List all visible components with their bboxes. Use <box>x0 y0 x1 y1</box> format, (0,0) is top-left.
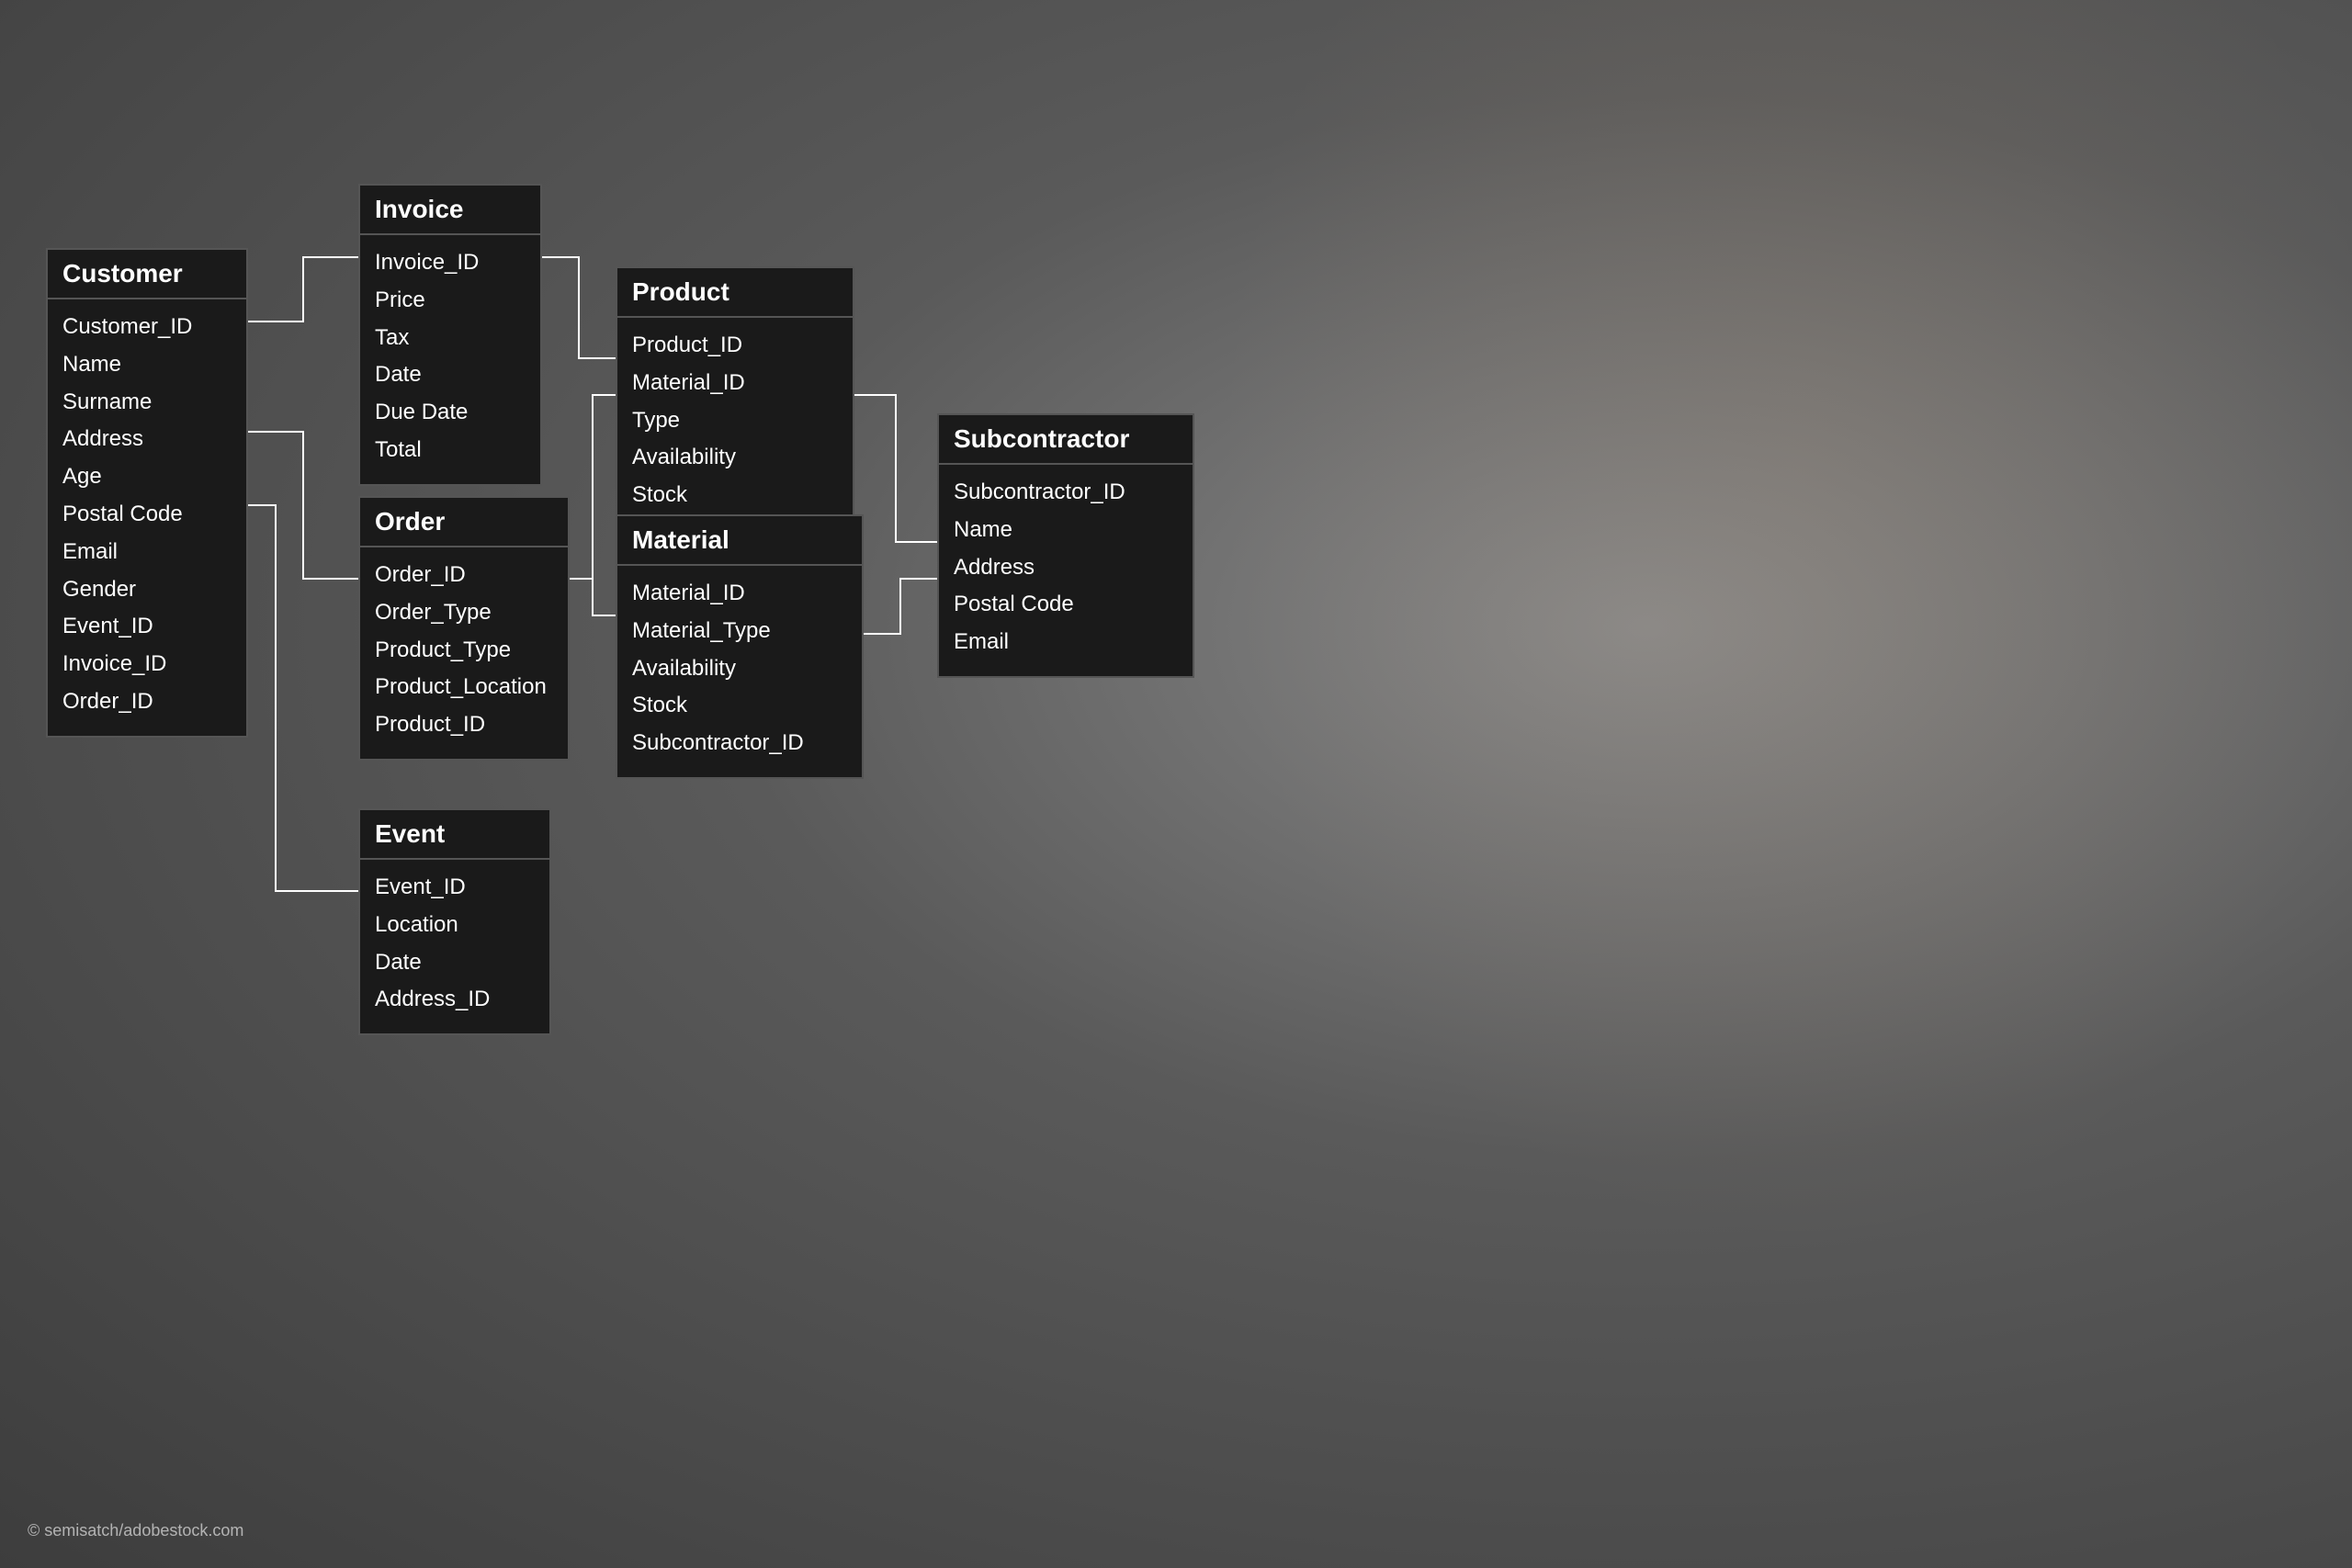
field: Stock <box>632 687 847 725</box>
field: Surname <box>62 384 232 422</box>
field: Location <box>375 907 535 944</box>
field: Product_ID <box>375 706 553 744</box>
table-customer: Customer Customer_ID Name Surname Addres… <box>46 248 248 738</box>
copyright-text: © semisatch/adobestock.com <box>28 1521 243 1540</box>
field: Email <box>62 534 232 571</box>
field: Order_Type <box>375 594 553 632</box>
field: Invoice_ID <box>62 646 232 683</box>
table-material-header: Material <box>617 516 862 566</box>
field: Availability <box>632 650 847 688</box>
table-customer-header: Customer <box>48 250 246 299</box>
field: Gender <box>62 571 232 609</box>
field: Address <box>954 549 1178 587</box>
field: Event_ID <box>62 608 232 646</box>
field: Date <box>375 944 535 982</box>
table-customer-body: Customer_ID Name Surname Address Age Pos… <box>48 299 246 736</box>
field: Customer_ID <box>62 309 232 346</box>
field: Price <box>375 282 526 320</box>
table-product-header: Product <box>617 268 853 318</box>
table-invoice: Invoice Invoice_ID Price Tax Date Due Da… <box>358 184 542 486</box>
field: Product_Type <box>375 632 553 670</box>
field: Name <box>62 346 232 384</box>
field: Address <box>62 421 232 458</box>
field: Age <box>62 458 232 496</box>
field: Address_ID <box>375 981 535 1019</box>
er-diagram: Customer Customer_ID Name Surname Addres… <box>18 110 1213 1396</box>
field: Availability <box>632 439 838 477</box>
table-invoice-header: Invoice <box>360 186 540 235</box>
table-order-body: Order_ID Order_Type Product_Type Product… <box>360 547 568 759</box>
table-material: Material Material_ID Material_Type Avail… <box>616 514 864 779</box>
field: Postal Code <box>62 496 232 534</box>
field: Product_Location <box>375 669 553 706</box>
table-subcontractor-header: Subcontractor <box>939 415 1193 465</box>
table-event: Event Event_ID Location Date Address_ID <box>358 808 551 1035</box>
field: Subcontractor_ID <box>632 725 847 762</box>
field: Material_ID <box>632 365 838 402</box>
table-subcontractor-body: Subcontractor_ID Name Address Postal Cod… <box>939 465 1193 676</box>
field: Product_ID <box>632 327 838 365</box>
field: Invoice_ID <box>375 244 526 282</box>
field: Order_ID <box>62 683 232 721</box>
table-event-header: Event <box>360 810 549 860</box>
field: Postal Code <box>954 586 1178 624</box>
table-order: Order Order_ID Order_Type Product_Type P… <box>358 496 570 761</box>
field: Due Date <box>375 394 526 432</box>
field: Order_ID <box>375 557 553 594</box>
field: Date <box>375 356 526 394</box>
table-material-body: Material_ID Material_Type Availability S… <box>617 566 862 777</box>
field: Tax <box>375 320 526 357</box>
table-event-body: Event_ID Location Date Address_ID <box>360 860 549 1033</box>
field: Stock <box>632 477 838 514</box>
field: Type <box>632 402 838 440</box>
field: Total <box>375 432 526 469</box>
field: Email <box>954 624 1178 661</box>
table-invoice-body: Invoice_ID Price Tax Date Due Date Total <box>360 235 540 484</box>
field: Subcontractor_ID <box>954 474 1178 512</box>
field: Material_ID <box>632 575 847 613</box>
field: Event_ID <box>375 869 535 907</box>
table-subcontractor: Subcontractor Subcontractor_ID Name Addr… <box>937 413 1194 678</box>
table-order-header: Order <box>360 498 568 547</box>
field: Name <box>954 512 1178 549</box>
field: Material_Type <box>632 613 847 650</box>
